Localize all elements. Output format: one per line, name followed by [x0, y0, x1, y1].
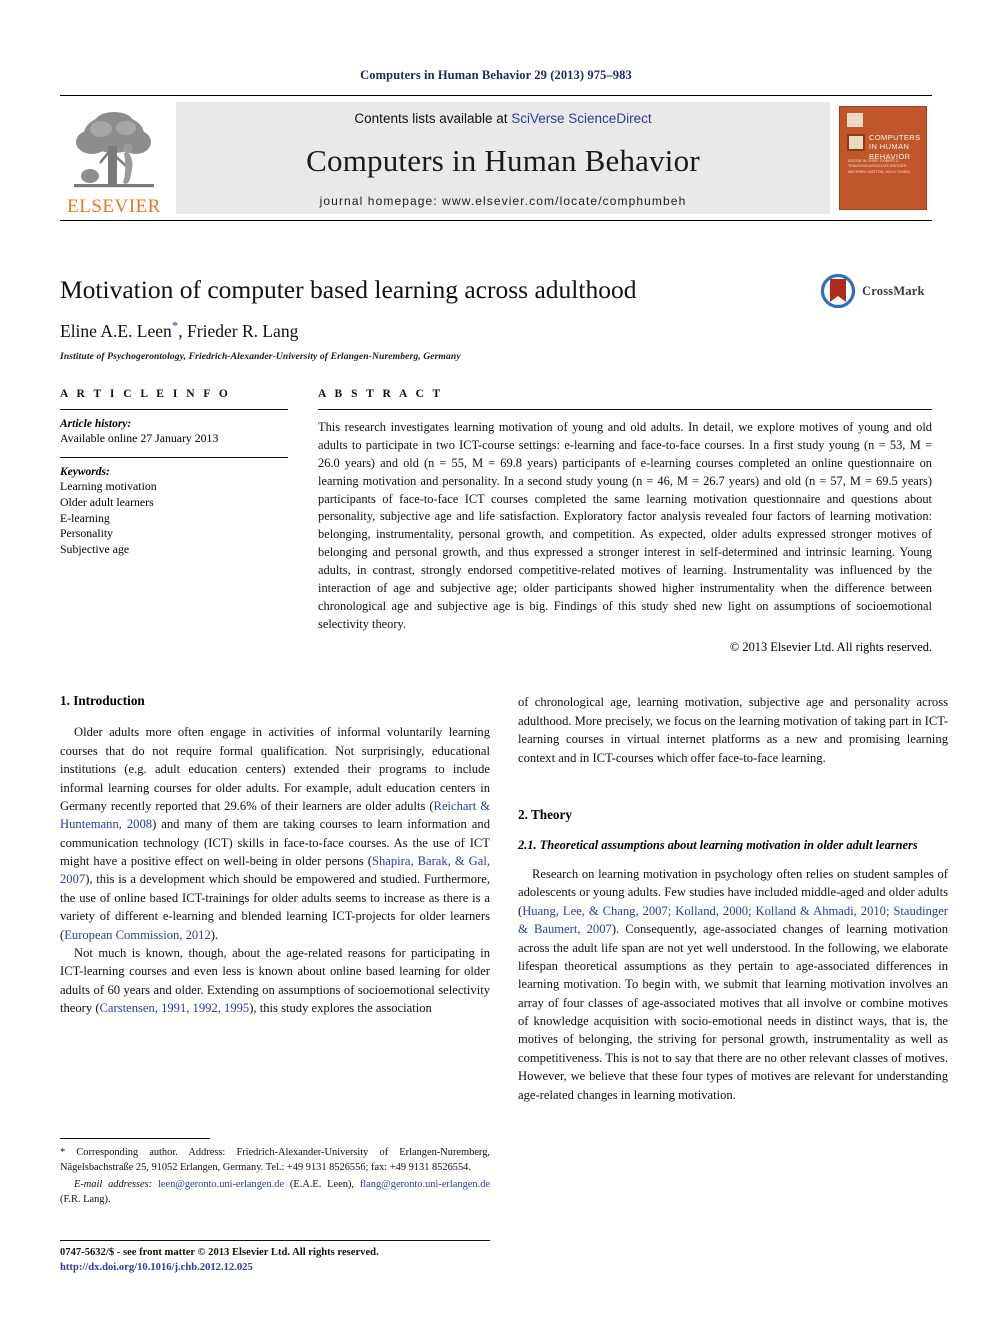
keyword-item: Subjective age — [60, 542, 130, 557]
section-heading-introduction: 1. Introduction — [60, 693, 145, 709]
journal-homepage-link[interactable]: journal homepage: www.elsevier.com/locat… — [320, 194, 687, 208]
email-owner-leen: (E.A.E. Leen), — [284, 1179, 360, 1191]
footnote-marker: * — [60, 1147, 66, 1158]
intro-paragraph-2-continued: of chronological age, learning motivatio… — [518, 695, 948, 765]
email-owner-lang: (F.R. Lang). — [60, 1193, 111, 1205]
corresponding-author-note: * Corresponding author. Address: Friedri… — [60, 1146, 490, 1175]
cover-subtitle-text: EDITOR-IN-CHIEF: ROBERT D. TENNYSON ASSO… — [848, 159, 912, 174]
abstract-column: A B S T R A C T This research investigat… — [318, 388, 932, 655]
author-first: Eline A.E. Leen — [60, 321, 172, 342]
title-block: CrossMark Motivation of computer based l… — [60, 273, 932, 363]
intro-p2-b-left: ), this study explores the association — [249, 1001, 432, 1016]
subsection-heading-2-1: 2.1. Theoretical assumptions about learn… — [518, 837, 918, 852]
crossmark-label: CrossMark — [862, 283, 925, 298]
email-note: E-mail addresses: leen@geronto.uni-erlan… — [60, 1178, 490, 1207]
theory-p1-b: ). Consequently, age-associated changes … — [518, 922, 948, 1102]
page-title: Motivation of computer based learning ac… — [60, 275, 637, 304]
keyword-item: E-learning — [60, 510, 110, 525]
keywords-group: Keywords: Learning motivation Older adul… — [60, 456, 288, 568]
corresponding-author-text: Corresponding author. Address: Friedrich… — [60, 1147, 490, 1173]
elsevier-tree-icon — [68, 108, 160, 196]
journal-cover-image: COMPUTERS IN HUMAN BEHAVIOR EDITOR-IN-CH… — [839, 106, 927, 210]
cover-mark-icon — [847, 113, 863, 127]
keyword-item: Older adult learners — [60, 494, 154, 509]
footnote-rule — [60, 1138, 210, 1139]
keyword-item: Personality — [60, 526, 114, 541]
email-link-leen[interactable]: leen@geronto.uni-erlangen.de — [158, 1179, 284, 1190]
journal-banner: ELSEVIER Contents lists available at Sci… — [60, 95, 932, 221]
article-history-heading: Article history: — [60, 418, 132, 431]
journal-banner-center: Contents lists available at SciVerse Sci… — [176, 102, 830, 214]
footer-block: 0747-5632/$ - see front matter © 2013 El… — [60, 1240, 490, 1275]
article-info-column: A R T I C L E I N F O Article history: A… — [60, 388, 288, 655]
contents-prefix: Contents lists available at — [354, 111, 512, 126]
column-spacer — [518, 767, 948, 807]
right-column: of chronological age, learning motivatio… — [518, 693, 948, 1104]
cover-title-text: COMPUTERS IN HUMAN BEHAVIOR — [869, 133, 921, 161]
article-info-heading: A R T I C L E I N F O — [60, 388, 231, 401]
keywords-heading: Keywords: — [60, 465, 110, 478]
email-label: E-mail addresses: — [74, 1179, 153, 1191]
section-heading-theory: 2. Theory — [518, 806, 572, 822]
running-head: Computers in Human Behavior 29 (2013) 97… — [360, 68, 632, 82]
citation-european-commission[interactable]: European Commission, 2012 — [64, 928, 211, 942]
keyword-item: Learning motivation — [60, 478, 157, 493]
author-second: , Frieder R. Lang — [178, 321, 299, 342]
footer-rule — [60, 1240, 490, 1241]
left-column: 1. Introduction Older adults more often … — [60, 693, 490, 1104]
contents-line: Contents lists available at SciVerse Sci… — [354, 111, 651, 126]
journal-title: Computers in Human Behavior — [306, 143, 700, 178]
intro-p1-d: ). — [210, 927, 219, 942]
crossmark-icon — [820, 273, 856, 309]
affiliation: Institute of Psychogerontology, Friedric… — [60, 351, 461, 363]
sciencedirect-link[interactable]: SciVerse ScienceDirect — [511, 111, 651, 126]
cover-logo-icon — [847, 134, 865, 151]
article-history-value: Available online 27 January 2013 — [60, 431, 219, 446]
footnote-block: * Corresponding author. Address: Friedri… — [60, 1138, 490, 1207]
crossmark-badge[interactable]: CrossMark — [820, 269, 932, 313]
email-link-lang[interactable]: flang@geronto.uni-erlangen.de — [360, 1179, 490, 1190]
article-history-group: Article history: Available online 27 Jan… — [60, 410, 288, 457]
info-abstract-section: A R T I C L E I N F O Article history: A… — [60, 388, 932, 655]
elsevier-logo: ELSEVIER — [60, 96, 168, 220]
intro-p1-a: Older adults more often engage in activi… — [60, 725, 490, 813]
paper-page: Computers in Human Behavior 29 (2013) 97… — [0, 0, 992, 1323]
author-list: Eline A.E. Leen*, Frieder R. Lang — [60, 318, 932, 342]
journal-cover-thumbnail[interactable]: COMPUTERS IN HUMAN BEHAVIOR EDITOR-IN-CH… — [834, 96, 932, 220]
theory-paragraph-1: Research on learning motivation in psych… — [518, 865, 948, 1104]
intro-paragraph-1: Older adults more often engage in activi… — [60, 723, 490, 944]
abstract-copyright: © 2013 Elsevier Ltd. All rights reserved… — [729, 640, 932, 655]
elsevier-wordmark: ELSEVIER — [67, 196, 161, 217]
body-columns: 1. Introduction Older adults more often … — [60, 693, 948, 1104]
doi-link[interactable]: http://dx.doi.org/10.1016/j.chb.2012.12.… — [60, 1261, 490, 1276]
issn-copyright-line: 0747-5632/$ - see front matter © 2013 El… — [60, 1247, 379, 1258]
citation-carstensen[interactable]: Carstensen, 1991, 1992, 1995 — [100, 1001, 250, 1015]
abstract-text: This research investigates learning moti… — [318, 420, 932, 631]
abstract-heading: A B S T R A C T — [318, 388, 444, 401]
intro-paragraph-2: Not much is known, though, about the age… — [60, 944, 490, 1018]
